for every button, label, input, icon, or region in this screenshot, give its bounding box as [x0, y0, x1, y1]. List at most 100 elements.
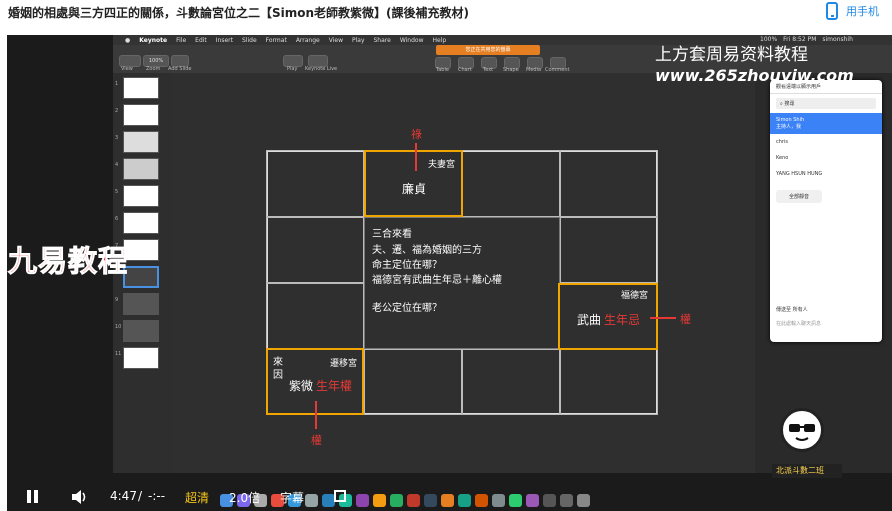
- apple-icon: ●: [125, 36, 131, 44]
- mute-all-button[interactable]: 全部靜音: [776, 190, 822, 203]
- menu-edit[interactable]: Edit: [195, 37, 207, 44]
- menu-insert[interactable]: Insert: [216, 37, 233, 44]
- subtitle-button[interactable]: 字幕: [280, 489, 304, 506]
- slide-thumbnail[interactable]: [123, 131, 159, 153]
- current-time: 4:47: [110, 489, 137, 503]
- menu-file[interactable]: File: [176, 37, 186, 44]
- slide-number: 3: [115, 135, 119, 141]
- screen-share-banner[interactable]: 您正在共用您的螢幕: [436, 45, 540, 55]
- menu-window[interactable]: Window: [400, 37, 424, 44]
- participant-row[interactable]: YANG HSUN HUNG: [770, 166, 882, 182]
- center-line-1: 三合來看: [372, 229, 412, 240]
- spouse-palace-label: 夫妻宮: [428, 160, 456, 170]
- slide-number: 2: [115, 108, 119, 114]
- participant-name: chris: [776, 139, 788, 145]
- time-separator: /: [138, 489, 143, 503]
- slide-number: 4: [115, 162, 119, 168]
- participant-search-placeholder: 搜尋: [784, 101, 795, 107]
- speed-button[interactable]: 2.0倍: [229, 489, 260, 506]
- slide-number: 1: [115, 81, 119, 87]
- arrow-up-icon: [415, 143, 417, 171]
- participant-search[interactable]: ⌕ 搜尋: [776, 98, 876, 109]
- menu-arrange[interactable]: Arrange: [296, 37, 320, 44]
- toolbar-label-add-slide: Add Slide: [168, 66, 192, 72]
- center-line-2: 夫、遷、福為婚姻的三方: [372, 245, 482, 256]
- toolbar-label-play: Play: [287, 66, 298, 72]
- menu-format[interactable]: Format: [266, 37, 287, 44]
- watermark-url: www.265zhouyiw.com: [655, 66, 854, 85]
- wuqu-ji: 生年忌: [604, 313, 641, 327]
- bottom-quan-label: 權: [311, 434, 322, 447]
- watermark-title: 上方套周易资料教程: [655, 45, 808, 65]
- migration-palace-label: 遷移宮: [330, 359, 358, 369]
- participant-role: 主持人，我: [776, 124, 802, 130]
- zoom-participants-panel: 觀看遠端以顯示用戶 ⌕ 搜尋 Simon Shih 主持人，我 chris Ke…: [770, 80, 882, 342]
- player-controls: 4:47 / -:-- 超清 2.0倍 字幕: [7, 481, 892, 511]
- palace-cell: [560, 349, 658, 415]
- mobile-label: 用手机: [846, 5, 879, 18]
- ziwei-quan: 生年權: [316, 379, 353, 393]
- menu-help[interactable]: Help: [433, 37, 447, 44]
- slide-number: 11: [115, 351, 122, 357]
- slide-thumbnail[interactable]: [123, 77, 159, 99]
- slide-number: 5: [115, 189, 119, 195]
- laiyin-label: 來因: [273, 357, 283, 381]
- participant-row[interactable]: Keno: [770, 150, 882, 166]
- participant-name: Keno: [776, 155, 789, 161]
- chat-to-label: 傳送至: [776, 307, 792, 313]
- menu-keynote[interactable]: Keynote: [139, 37, 167, 44]
- center-line-3: 命主定位在哪？: [372, 260, 442, 271]
- menu-play[interactable]: Play: [352, 37, 365, 44]
- logo-label: 北派斗數二班: [772, 464, 842, 478]
- menu-view[interactable]: View: [329, 37, 343, 44]
- palace-cell: [266, 283, 364, 349]
- participant-name: Simon Shih: [776, 117, 805, 123]
- face-icon: [789, 424, 815, 441]
- slide-thumbnail[interactable]: [123, 239, 159, 261]
- participant-row[interactable]: chris: [770, 134, 882, 150]
- quality-button[interactable]: 超清: [185, 489, 209, 506]
- phone-icon: [826, 2, 838, 20]
- chat-to-value: 所有人: [792, 307, 808, 313]
- brand-watermark: 九易教程: [7, 244, 129, 279]
- slide-thumbnail[interactable]: [123, 185, 159, 207]
- menu-share[interactable]: Share: [374, 37, 391, 44]
- volume-icon[interactable]: [71, 489, 89, 508]
- palace-cell: [560, 217, 658, 283]
- participant-name: YANG HSUN HUNG: [776, 171, 823, 177]
- slide-thumbnail[interactable]: [123, 212, 159, 234]
- toolbar-label-zoom: Zoom: [146, 66, 161, 72]
- presenter-logo-icon: [780, 408, 824, 452]
- right-quan-label: 權: [680, 313, 691, 326]
- chat-input[interactable]: 在此處輸入聊天訊息: [776, 320, 821, 327]
- duration: -:--: [148, 489, 166, 503]
- slide-thumbnail[interactable]: [123, 320, 159, 342]
- pause-icon[interactable]: [27, 490, 39, 503]
- participant-row-host[interactable]: Simon Shih 主持人，我: [770, 113, 882, 134]
- page-title: 婚姻的相處與三方四正的關係，斗數論宮位之二【Simon老師教紫微】(課後補充教材…: [8, 6, 470, 20]
- fullscreen-icon[interactable]: [334, 490, 346, 502]
- mobile-view-link[interactable]: 用手机: [826, 2, 879, 20]
- top-lu-label: 祿: [411, 128, 422, 141]
- slide-number: 10: [115, 324, 122, 330]
- arrow-right-icon: [650, 317, 676, 319]
- ziwei-star: 紫微: [289, 379, 314, 393]
- chat-recipient[interactable]: 傳送至 所有人: [776, 306, 808, 313]
- user-name: simonshih: [822, 36, 853, 43]
- arrow-down-icon: [315, 401, 317, 429]
- menu-slide[interactable]: Slide: [242, 37, 257, 44]
- palace-cell: [462, 349, 560, 415]
- palace-cell: [266, 150, 364, 217]
- slide-thumbnail-selected[interactable]: [123, 266, 159, 288]
- slide-thumbnail[interactable]: [123, 104, 159, 126]
- center-line-4: 福德宮有武曲生年忌＋離心權: [372, 275, 502, 286]
- palace-cell: [364, 349, 462, 415]
- slide-thumbnail[interactable]: [123, 293, 159, 315]
- palace-cell: [462, 150, 560, 217]
- slide-thumbnail[interactable]: [123, 347, 159, 369]
- palace-cell: [560, 150, 658, 217]
- toolbar-label-keynote-live: Keynote Live: [305, 66, 338, 72]
- toolbar-label-view: View: [121, 66, 133, 72]
- center-line-6: 老公定位在哪？: [372, 303, 442, 314]
- slide-thumbnail[interactable]: [123, 158, 159, 180]
